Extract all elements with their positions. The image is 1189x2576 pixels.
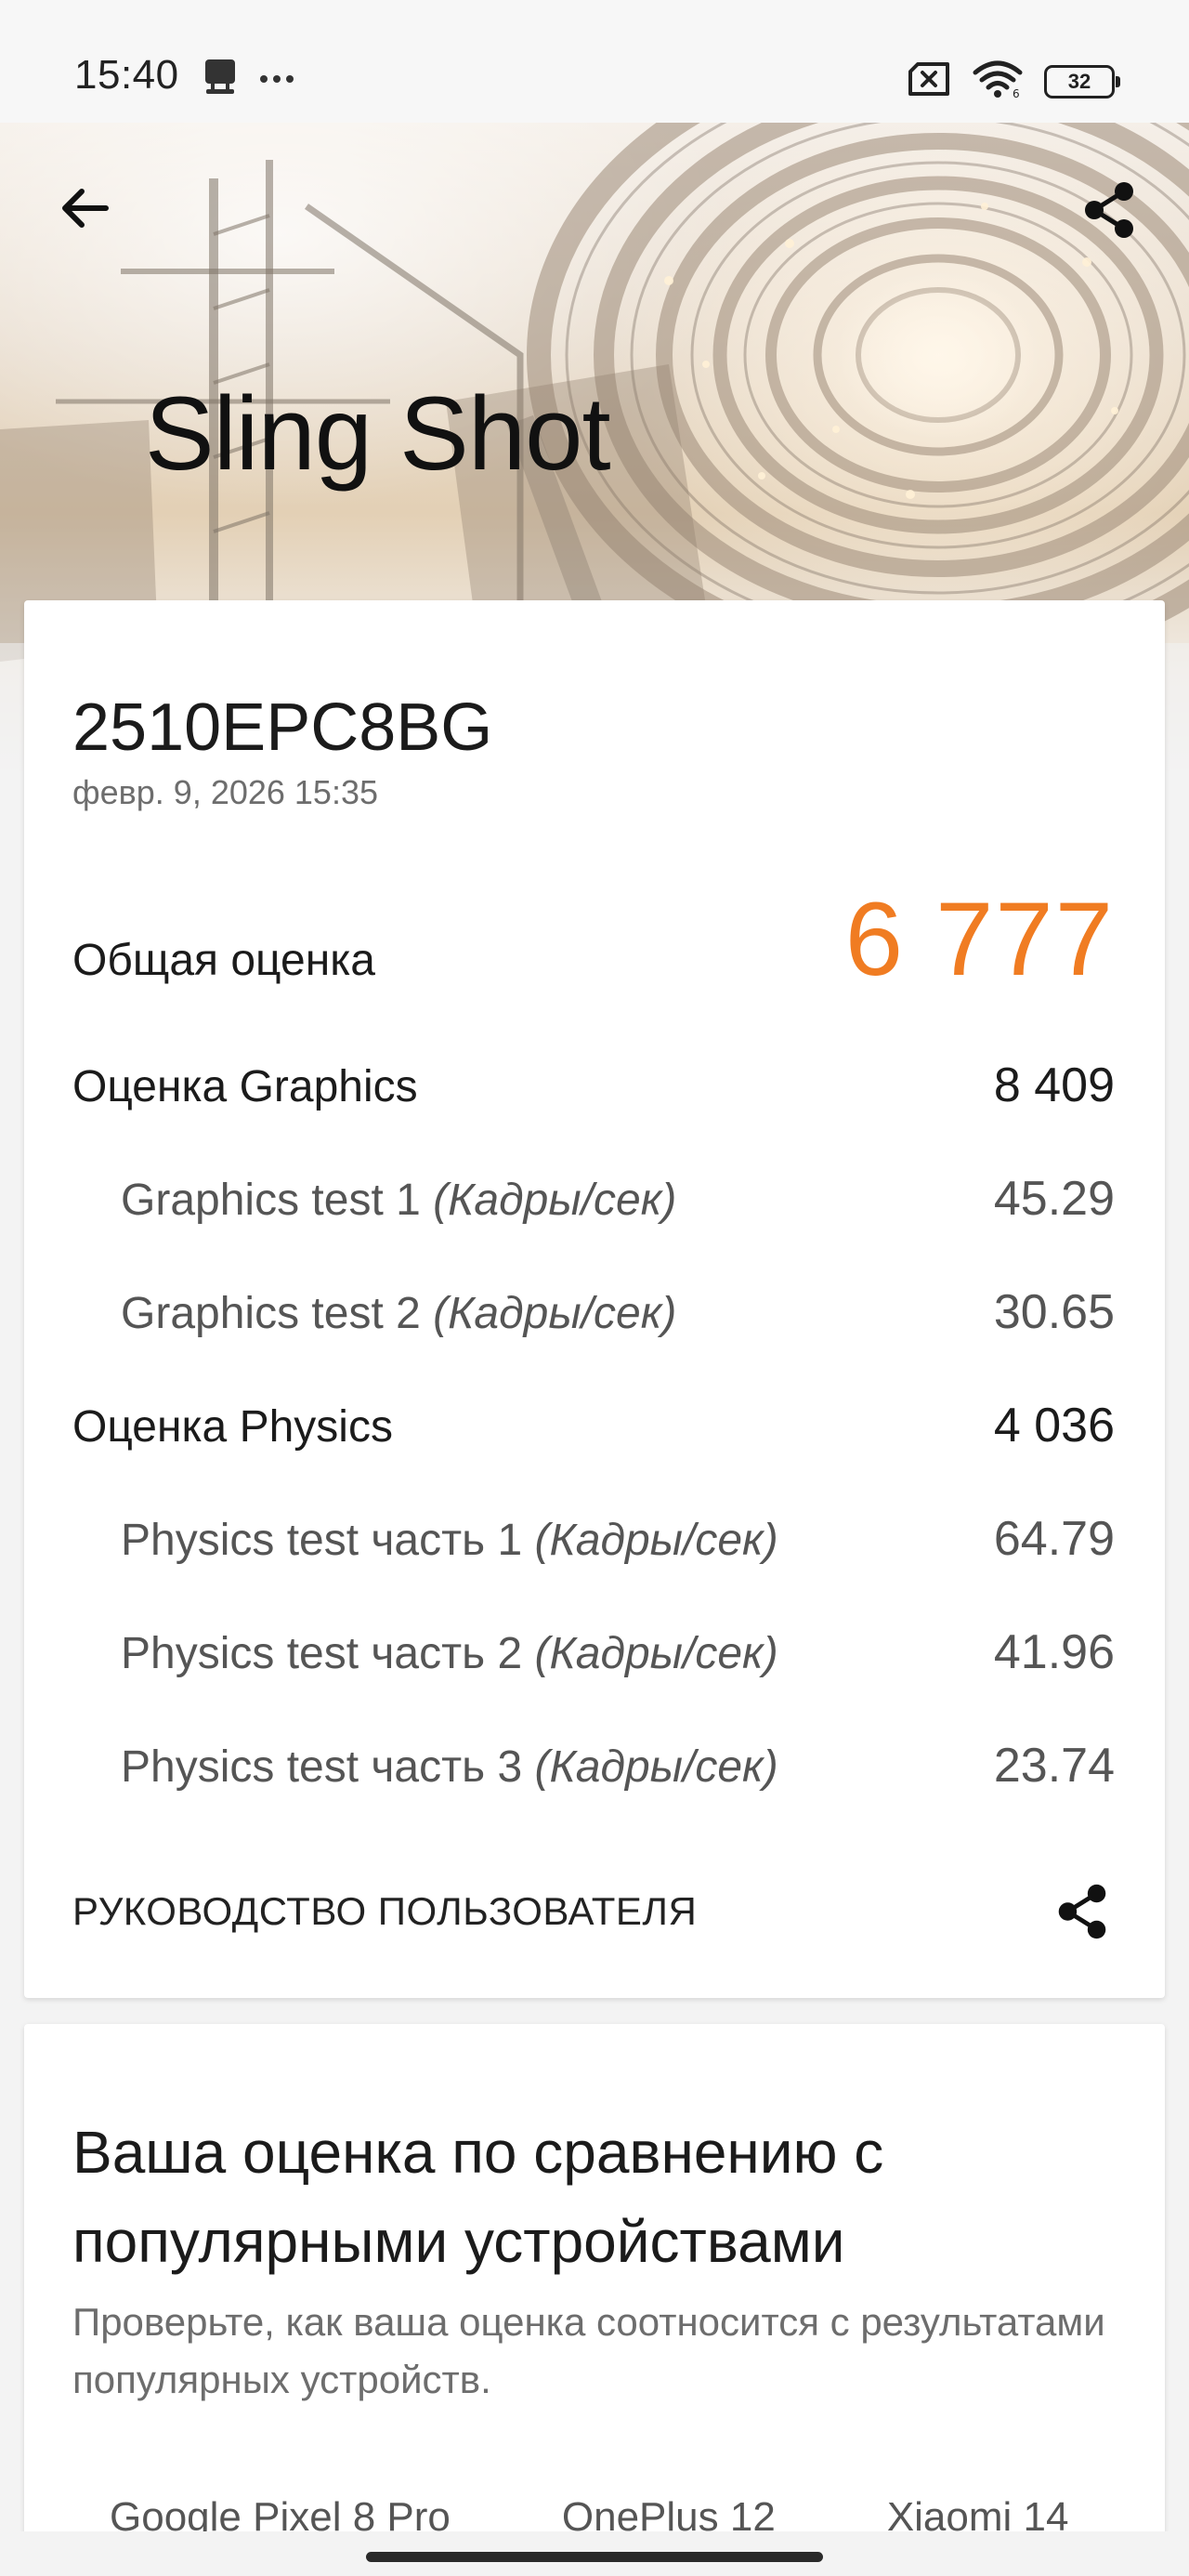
comparison-subtitle: Проверьте, как ваша оценка соотносится с… [72, 2300, 1105, 2401]
share-icon [1058, 1884, 1106, 1939]
physics-score-value: 4 036 [993, 1399, 1115, 1452]
battery-indicator: 32 [1044, 64, 1120, 99]
comparison-title: Ваша оценка по сравнению с популярными у… [72, 2119, 884, 2275]
arrow-left-icon [62, 189, 109, 228]
physics-test-1-value: 64.79 [993, 1512, 1115, 1566]
more-dots-icon [258, 72, 295, 89]
share-button[interactable] [1076, 177, 1143, 243]
status-bar: 15:40 6 32 [0, 0, 1189, 123]
notification-icon [203, 58, 238, 103]
navigation-bar [0, 2531, 1189, 2576]
status-time: 15:40 [74, 52, 179, 98]
sim-off-icon [907, 61, 951, 101]
comparison-card: Ваша оценка по сравнению с популярными у… [24, 2024, 1165, 2576]
graphics-test-2-value: 30.65 [993, 1285, 1115, 1339]
graphics-score-value: 8 409 [993, 1058, 1115, 1112]
physics-test-1-label: Physics test часть 1 (Кадры/сек) [121, 1516, 778, 1565]
physics-score-row: Оценка Physics 4 036 [72, 1398, 1115, 1453]
share-result-button[interactable] [1050, 1879, 1115, 1944]
page-title: Sling Shot [145, 375, 611, 492]
graphics-score-row: Оценка Graphics 8 409 [72, 1058, 1115, 1113]
user-guide-row: РУКОВОДСТВО ПОЛЬЗОВАТЕЛЯ [72, 1879, 1115, 1944]
wifi-icon: 6 [972, 59, 1024, 103]
physics-test-3-label: Physics test часть 3 (Кадры/сек) [121, 1742, 778, 1792]
share-icon [1085, 182, 1133, 238]
graphics-score-label: Оценка Graphics [72, 1062, 418, 1111]
physics-score-label: Оценка Physics [72, 1402, 393, 1452]
physics-test-2-row: Physics test часть 2 (Кадры/сек) 41.96 [72, 1624, 1115, 1680]
overall-score-value: 6 777 [844, 881, 1115, 997]
overall-score-label: Общая оценка [72, 936, 375, 985]
back-button[interactable] [56, 178, 115, 238]
physics-test-2-value: 41.96 [993, 1625, 1115, 1679]
overall-score-row: Общая оценка 6 777 [72, 879, 1115, 999]
user-guide-link[interactable]: РУКОВОДСТВО ПОЛЬЗОВАТЕЛЯ [72, 1889, 697, 1934]
status-right-icons: 6 32 [907, 59, 1120, 103]
svg-text:6: 6 [1013, 87, 1020, 99]
physics-test-2-label: Physics test часть 2 (Кадры/сек) [121, 1629, 778, 1678]
graphics-test-2-row: Graphics test 2 (Кадры/сек) 30.65 [72, 1284, 1115, 1340]
graphics-test-1-label: Graphics test 1 (Кадры/сек) [121, 1176, 677, 1225]
status-left-icons [203, 58, 295, 103]
physics-test-3-row: Physics test часть 3 (Кадры/сек) 23.74 [72, 1738, 1115, 1794]
home-gesture-handle[interactable] [366, 2552, 823, 2562]
physics-test-3-value: 23.74 [993, 1739, 1115, 1793]
run-date: февр. 9, 2026 15:35 [72, 773, 378, 811]
device-name: 2510EPC8BG [72, 690, 493, 765]
physics-test-1-row: Physics test часть 1 (Кадры/сек) 64.79 [72, 1511, 1115, 1567]
graphics-test-1-row: Graphics test 1 (Кадры/сек) 45.29 [72, 1171, 1115, 1227]
graphics-test-2-label: Graphics test 2 (Кадры/сек) [121, 1289, 677, 1338]
result-card: 2510EPC8BG февр. 9, 2026 15:35 Общая оце… [24, 600, 1165, 1998]
graphics-test-1-value: 45.29 [993, 1172, 1115, 1226]
